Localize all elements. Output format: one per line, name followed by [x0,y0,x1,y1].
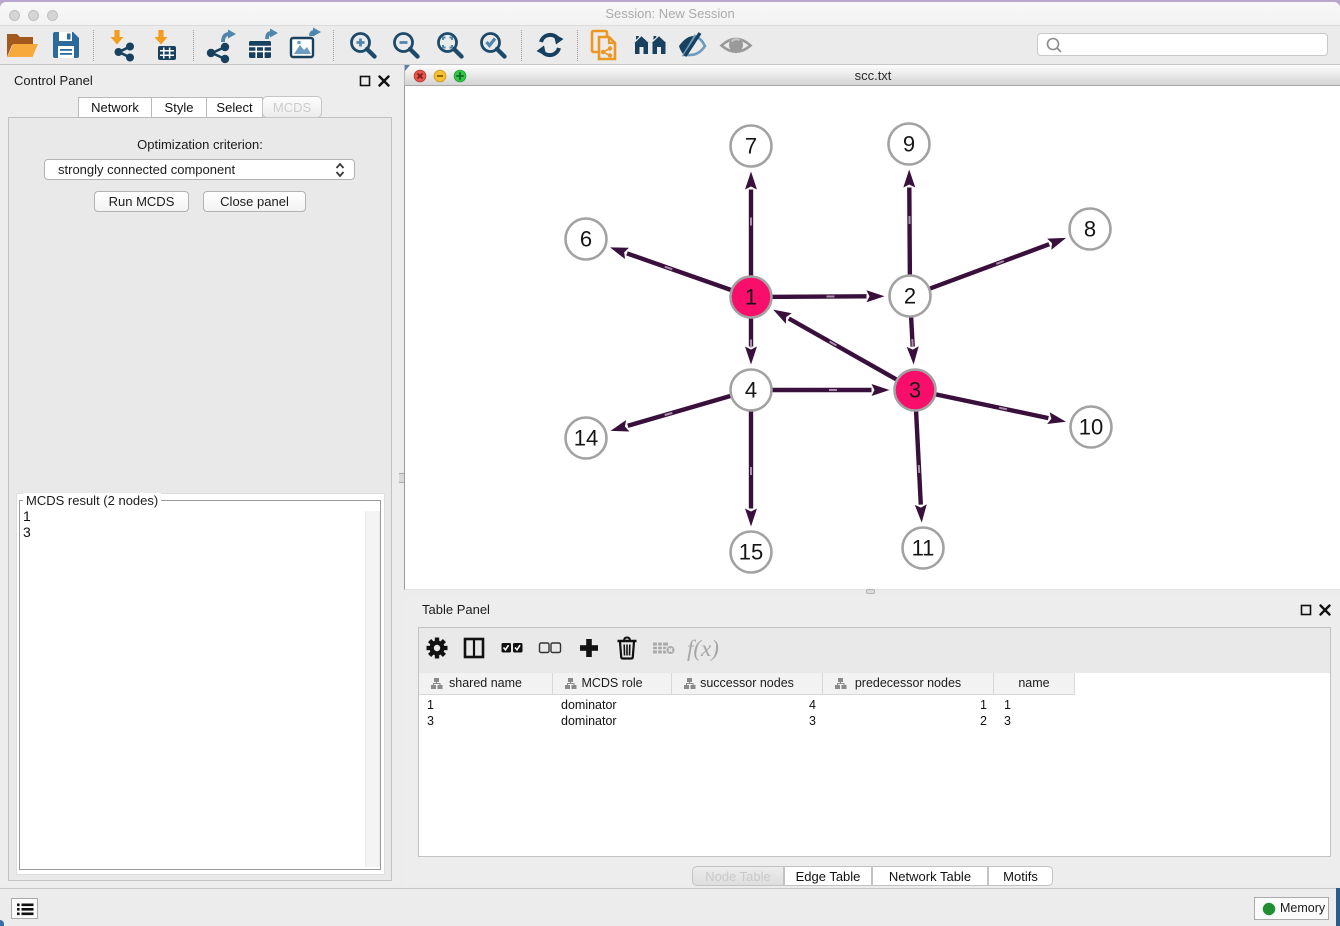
svg-text:f(x): f(x) [687,636,719,661]
svg-text:7: 7 [745,134,757,159]
svg-text:3: 3 [909,378,921,403]
svg-text:2: 2 [904,284,916,309]
svg-text:9: 9 [903,132,915,157]
svg-text:6: 6 [580,227,592,252]
svg-text:10: 10 [1079,415,1103,440]
svg-text:8: 8 [1084,217,1096,242]
svg-text:4: 4 [745,378,757,403]
svg-text:15: 15 [739,540,763,565]
svg-text:1: 1 [745,285,757,310]
svg-text:14: 14 [574,426,598,451]
svg-text:11: 11 [912,536,935,561]
